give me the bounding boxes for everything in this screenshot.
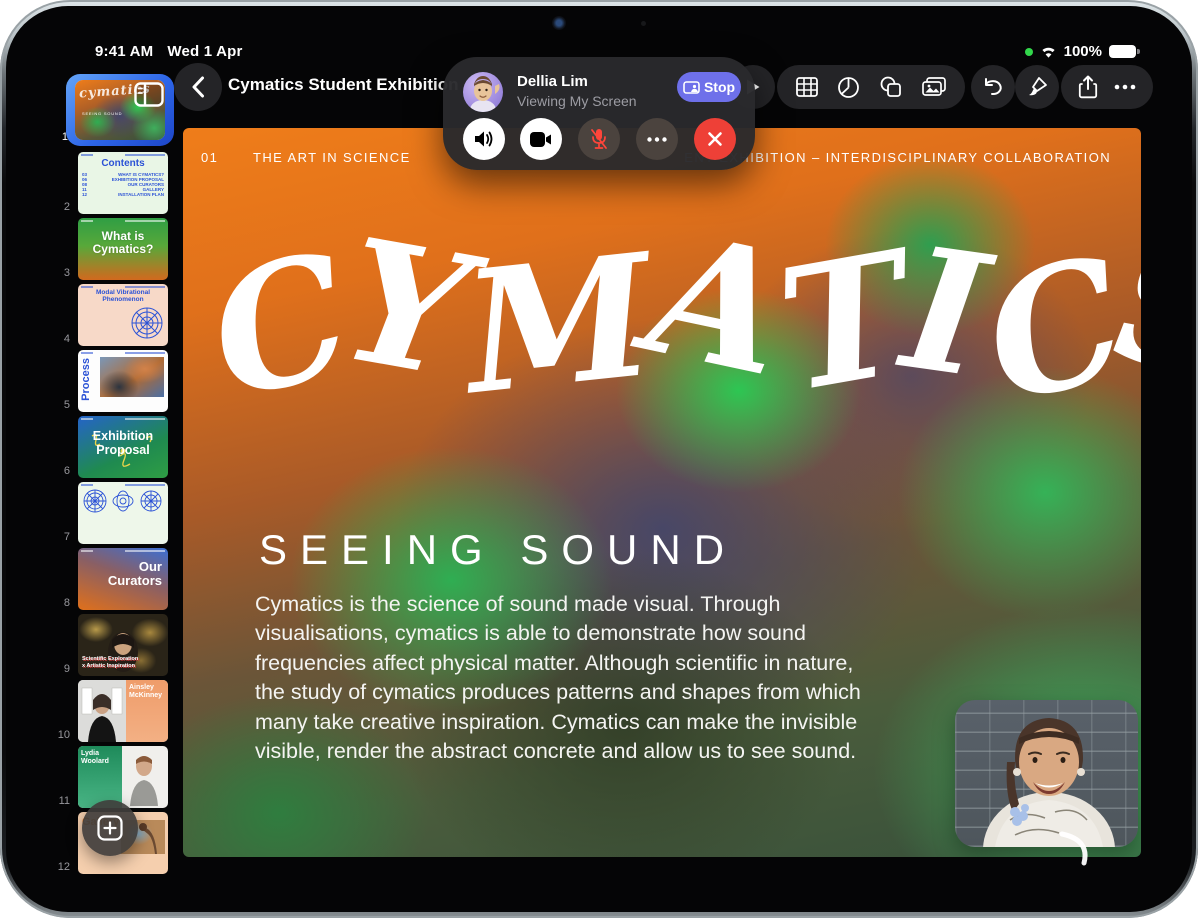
- portrait-photo: [81, 687, 123, 742]
- close-icon: [708, 132, 722, 146]
- slide-thumbnail-1-selected[interactable]: 1 cymatics SEEING SOUND: [62, 74, 174, 146]
- media-icon[interactable]: [921, 76, 947, 98]
- back-chevron-icon: [192, 76, 204, 98]
- share-icon[interactable]: [1078, 75, 1098, 99]
- status-bar-left: 9:41 AM Wed 1 Apr: [95, 43, 243, 60]
- sidebar-toggle-button[interactable]: [134, 82, 164, 112]
- sidebar-toggle-icon: [134, 82, 164, 107]
- status-bar-right: 100%: [1024, 43, 1140, 60]
- paintbrush-icon: [1029, 77, 1047, 96]
- participant-name: Dellia Lim: [517, 73, 588, 90]
- slide-number: 2: [63, 201, 70, 213]
- contents-title: Contents: [101, 158, 145, 169]
- slide-title-cymatics: CYMATICS: [191, 193, 1141, 442]
- table-icon[interactable]: [795, 76, 819, 98]
- slide-number: 8: [63, 597, 70, 609]
- slide-kicker-left: THE ART IN SCIENCE: [253, 150, 411, 165]
- slide-number: 10: [57, 729, 70, 741]
- facetime-controls-pill[interactable]: Dellia Lim Viewing My Screen Stop: [443, 57, 755, 170]
- pattern-motif: [131, 307, 163, 339]
- mini-subtitle: SEEING SOUND: [82, 111, 123, 116]
- video-camera-icon: [530, 131, 551, 147]
- add-slide-button[interactable]: [82, 800, 138, 856]
- slide-number: 4: [63, 333, 70, 345]
- status-date: Wed 1 Apr: [167, 43, 243, 60]
- slide-subtitle: SEEING SOUND: [259, 526, 738, 573]
- slide-thumbnail-10[interactable]: 10 Ainsley McKinney: [44, 680, 174, 742]
- screen-share-icon: [683, 80, 700, 94]
- slide-thumbnail-4[interactable]: 4 Modal Vibrational Phenomenon: [44, 284, 174, 346]
- battery-percent: 100%: [1063, 43, 1102, 60]
- call-more-button[interactable]: [636, 118, 678, 160]
- slide-number: 6: [63, 465, 70, 477]
- slide-thumbnail-9[interactable]: 9 Scientific Exploration x Artistic Inspi…: [44, 614, 174, 676]
- ambient-sensor: [641, 21, 646, 26]
- screen-corner-highlight: [1059, 831, 1088, 866]
- back-button[interactable]: [174, 63, 222, 111]
- slide-thumbnail-5[interactable]: 5 Process: [44, 350, 174, 412]
- slide-thumbnail-3[interactable]: 3 What is Cymatics?: [44, 218, 174, 280]
- slide-index: 01: [201, 150, 219, 165]
- slide-thumbnail-11[interactable]: 11 Lydia Woolard: [44, 746, 174, 808]
- slide-thumbnail-6[interactable]: 6 Exhibition Proposal: [44, 416, 174, 478]
- slide-number: 1: [61, 131, 68, 143]
- camera-button[interactable]: [520, 118, 562, 160]
- battery-icon: [1109, 45, 1140, 58]
- shapes-icon[interactable]: [879, 76, 903, 98]
- mic-off-icon: [591, 129, 607, 149]
- slide-number: 7: [63, 531, 70, 543]
- document-title[interactable]: Cymatics Student Exhibition: [228, 75, 458, 95]
- slide-number: 5: [63, 399, 70, 411]
- portrait-photo: [130, 756, 158, 806]
- slide-body-text: Cymatics is the science of sound made vi…: [255, 592, 861, 764]
- undo-icon: [985, 78, 1002, 96]
- chart-icon[interactable]: [837, 76, 860, 99]
- mic-button-muted[interactable]: [578, 118, 620, 160]
- facetime-pip[interactable]: [955, 700, 1138, 847]
- undo-button[interactable]: [971, 65, 1015, 109]
- share-more-group: [1061, 65, 1153, 109]
- ellipsis-icon: [647, 136, 667, 142]
- stop-sharing-button[interactable]: Stop: [677, 72, 741, 102]
- speaker-button[interactable]: [463, 118, 505, 160]
- slide-thumbnail-7[interactable]: 7: [44, 482, 174, 544]
- camera-in-use-indicator: [1024, 47, 1033, 56]
- plus-icon: [97, 815, 123, 841]
- stop-label: Stop: [703, 79, 736, 95]
- end-call-button[interactable]: [694, 118, 736, 160]
- slide-number: 3: [63, 267, 70, 279]
- remote-participant-video: [983, 718, 1115, 847]
- slide-canvas[interactable]: 01 THE ART IN SCIENCE ENT EXHIBITION – I…: [183, 128, 1141, 857]
- memoji: [470, 76, 500, 112]
- slide-thumbnail-2[interactable]: 2 Contents 03 WHAT IS CYMATICS? 06 EXHIBIT…: [44, 152, 174, 214]
- ipad-screenshot: 9:41 AM Wed 1 Apr 100% Cymatics Student …: [0, 0, 1198, 918]
- status-time: 9:41 AM: [95, 43, 154, 60]
- front-camera: [552, 16, 566, 30]
- slide-thumbnail-8[interactable]: 8 Our Curators: [44, 548, 174, 610]
- speaker-icon: [475, 131, 493, 147]
- participant-avatar: [463, 72, 503, 112]
- format-button[interactable]: [1015, 65, 1059, 109]
- slide-number: 12: [57, 861, 70, 873]
- wifi-icon: [1042, 47, 1055, 58]
- more-icon[interactable]: [1114, 84, 1136, 90]
- share-status: Viewing My Screen: [517, 93, 637, 109]
- slide-number: 11: [58, 795, 70, 807]
- insert-tools-group: [777, 65, 965, 109]
- slide-number: 9: [63, 663, 70, 675]
